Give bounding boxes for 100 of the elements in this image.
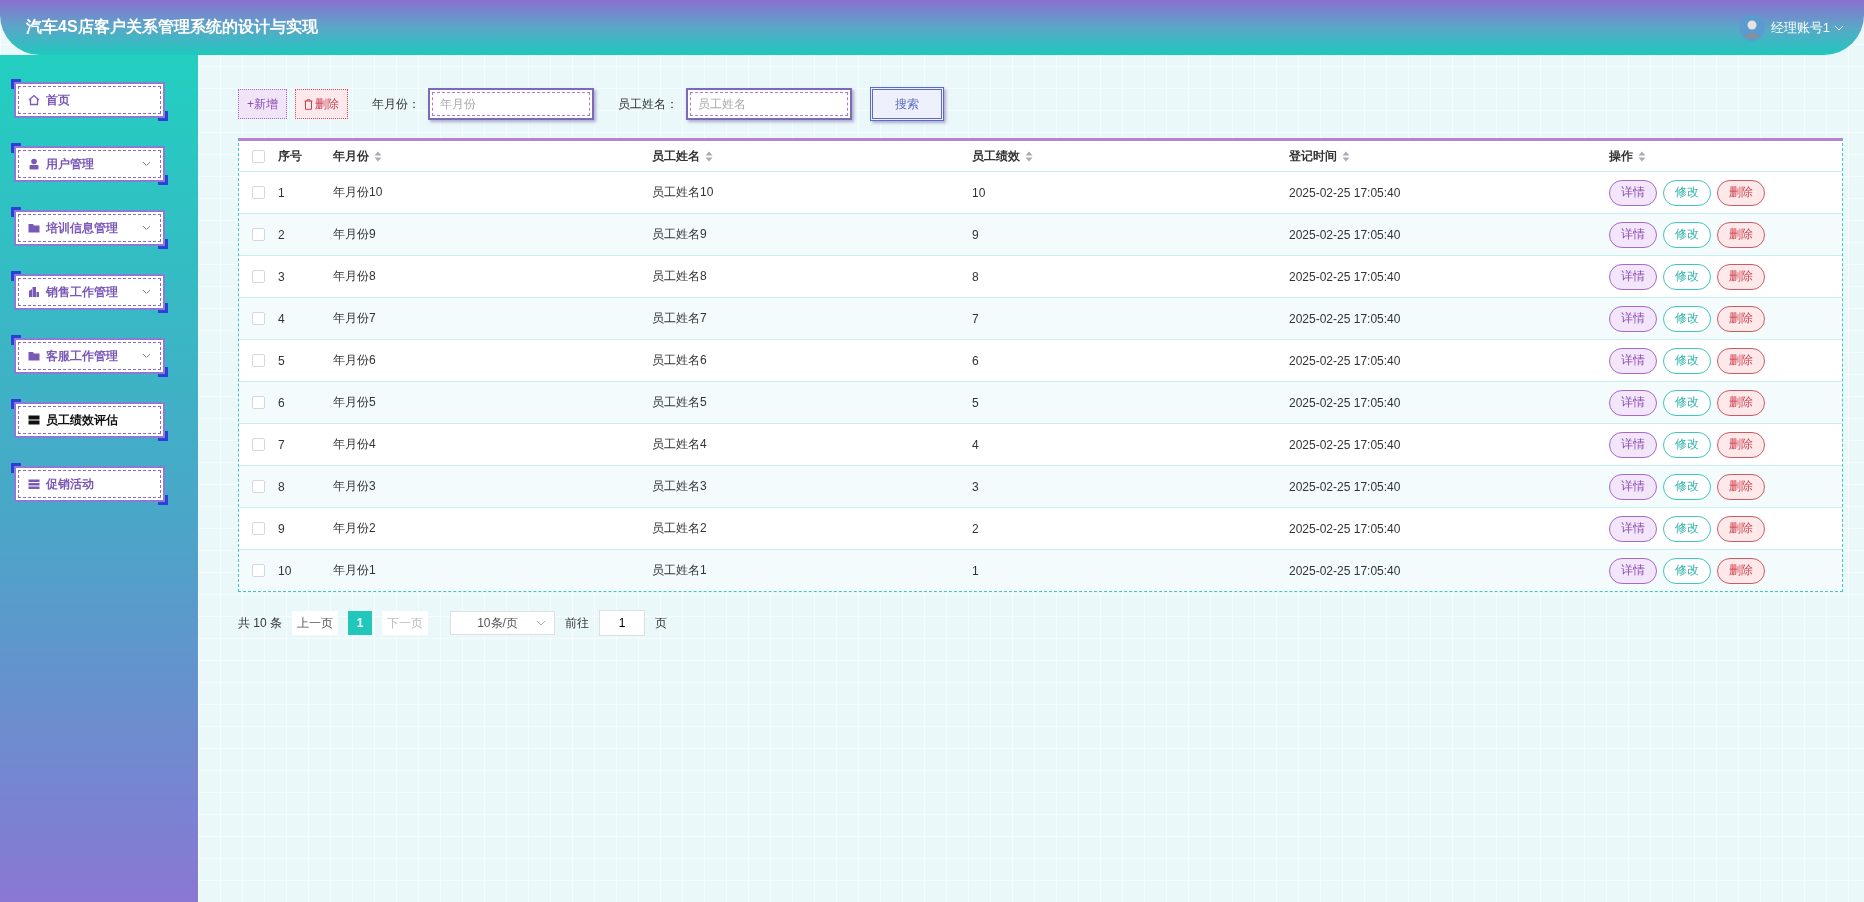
edit-button[interactable]: 修改: [1663, 179, 1711, 206]
detail-button[interactable]: 详情: [1609, 389, 1657, 416]
edit-button[interactable]: 修改: [1663, 263, 1711, 290]
table-cell: 9: [278, 521, 285, 536]
add-button[interactable]: +新增: [238, 89, 287, 119]
page-size-select[interactable]: 10条/页: [450, 611, 555, 635]
row-checkbox[interactable]: [252, 228, 265, 241]
chevron-icon: [142, 353, 151, 359]
folder-icon: [28, 222, 40, 234]
table-cell: 8: [278, 479, 285, 494]
sidebar-item[interactable]: 培训信息管理: [14, 210, 165, 246]
table-cell: 员工姓名5: [652, 394, 707, 411]
avatar-icon[interactable]: [1738, 14, 1765, 41]
sort-icon[interactable]: [1342, 150, 1350, 162]
total-count: 共 10 条: [238, 614, 282, 632]
table-cell: 年月份6: [333, 352, 376, 369]
row-checkbox[interactable]: [252, 270, 265, 283]
chevron-icon: [142, 225, 151, 231]
detail-button[interactable]: 详情: [1609, 347, 1657, 374]
table-cell: 2025-02-25 17:05:40: [1289, 185, 1401, 200]
row-checkbox[interactable]: [252, 396, 265, 409]
sort-icon[interactable]: [1638, 150, 1646, 162]
table-cell: 2025-02-25 17:05:40: [1289, 437, 1401, 452]
table-cell: 员工姓名2: [652, 520, 707, 537]
delete-button[interactable]: 删除: [1717, 515, 1765, 542]
delete-button[interactable]: 删除: [295, 89, 348, 119]
edit-button[interactable]: 修改: [1663, 515, 1711, 542]
sidebar-item[interactable]: 促销活动: [14, 466, 165, 502]
delete-button[interactable]: 删除: [1717, 473, 1765, 500]
sidebar-item[interactable]: 用户管理: [14, 146, 165, 182]
select-all-checkbox[interactable]: [252, 149, 265, 163]
delete-button[interactable]: 删除: [1717, 389, 1765, 416]
account-menu[interactable]: 经理账号1: [1770, 18, 1844, 37]
delete-button[interactable]: 删除: [1717, 557, 1765, 584]
goto-page-field[interactable]: 1: [599, 610, 645, 636]
sort-icon[interactable]: [705, 150, 713, 162]
table-cell: 2025-02-25 17:05:40: [1289, 479, 1401, 494]
search-button[interactable]: 搜索: [870, 87, 944, 121]
sort-icon[interactable]: [1025, 150, 1033, 162]
delete-button[interactable]: 删除: [1717, 263, 1765, 290]
filter-field[interactable]: 年月份: [428, 88, 594, 120]
edit-button[interactable]: 修改: [1663, 431, 1711, 458]
edit-button[interactable]: 修改: [1663, 305, 1711, 332]
delete-button[interactable]: 删除: [1717, 347, 1765, 374]
edit-button[interactable]: 修改: [1663, 221, 1711, 248]
sidebar-item[interactable]: 员工绩效评估: [14, 402, 165, 438]
row-checkbox[interactable]: [252, 186, 265, 199]
detail-button[interactable]: 详情: [1609, 305, 1657, 332]
table-cell: 3: [278, 269, 285, 284]
table-cell: 2025-02-25 17:05:40: [1289, 521, 1401, 536]
edit-button[interactable]: 修改: [1663, 473, 1711, 500]
page-suffix: 页: [655, 614, 667, 632]
row-checkbox[interactable]: [252, 312, 265, 325]
sidebar-item[interactable]: 首页: [14, 82, 165, 118]
column-header[interactable]: 序号: [278, 147, 302, 165]
row-checkbox[interactable]: [252, 354, 265, 367]
table-cell: 6: [972, 353, 979, 368]
delete-button[interactable]: 删除: [1717, 179, 1765, 206]
detail-button[interactable]: 详情: [1609, 557, 1657, 584]
detail-button[interactable]: 详情: [1609, 431, 1657, 458]
edit-button[interactable]: 修改: [1663, 347, 1711, 374]
row-checkbox[interactable]: [252, 564, 265, 577]
table-cell: 年月份8: [333, 268, 376, 285]
column-header[interactable]: 员工姓名: [652, 147, 713, 165]
table-cell: 2025-02-25 17:05:40: [1289, 395, 1401, 410]
filter-field[interactable]: 员工姓名: [686, 88, 852, 120]
sidebar-item[interactable]: 客服工作管理: [14, 338, 165, 374]
detail-button[interactable]: 详情: [1609, 221, 1657, 248]
row-checkbox[interactable]: [252, 480, 265, 493]
detail-button[interactable]: 详情: [1609, 473, 1657, 500]
table-cell: 1: [972, 563, 979, 578]
table-cell: 2025-02-25 17:05:40: [1289, 353, 1401, 368]
table-cell: 年月份5: [333, 394, 376, 411]
table-cell: 员工姓名9: [652, 226, 707, 243]
column-header[interactable]: 登记时间: [1289, 147, 1350, 165]
table-cell: 员工姓名3: [652, 478, 707, 495]
table-cell: 6: [278, 395, 285, 410]
table-cell: 4: [278, 311, 285, 326]
table-cell: 7: [278, 437, 285, 452]
row-checkbox[interactable]: [252, 522, 265, 535]
sidebar-item[interactable]: 销售工作管理: [14, 274, 165, 310]
table-cell: 员工姓名4: [652, 436, 707, 453]
delete-button[interactable]: 删除: [1717, 431, 1765, 458]
delete-button[interactable]: 删除: [1717, 221, 1765, 248]
prev-page-button[interactable]: 上一页: [292, 611, 338, 635]
column-header[interactable]: 年月份: [333, 147, 382, 165]
delete-button[interactable]: 删除: [1717, 305, 1765, 332]
table-cell: 10: [278, 563, 292, 578]
edit-button[interactable]: 修改: [1663, 557, 1711, 584]
goto-label: 前往: [565, 614, 589, 632]
row-checkbox[interactable]: [252, 438, 265, 451]
detail-button[interactable]: 详情: [1609, 179, 1657, 206]
sort-icon[interactable]: [374, 150, 382, 162]
detail-button[interactable]: 详情: [1609, 515, 1657, 542]
edit-button[interactable]: 修改: [1663, 389, 1711, 416]
chevron-icon: [142, 289, 151, 295]
detail-button[interactable]: 详情: [1609, 263, 1657, 290]
table-cell: 员工姓名7: [652, 310, 707, 327]
column-header[interactable]: 操作: [1609, 147, 1646, 165]
column-header[interactable]: 员工绩效: [972, 147, 1033, 165]
